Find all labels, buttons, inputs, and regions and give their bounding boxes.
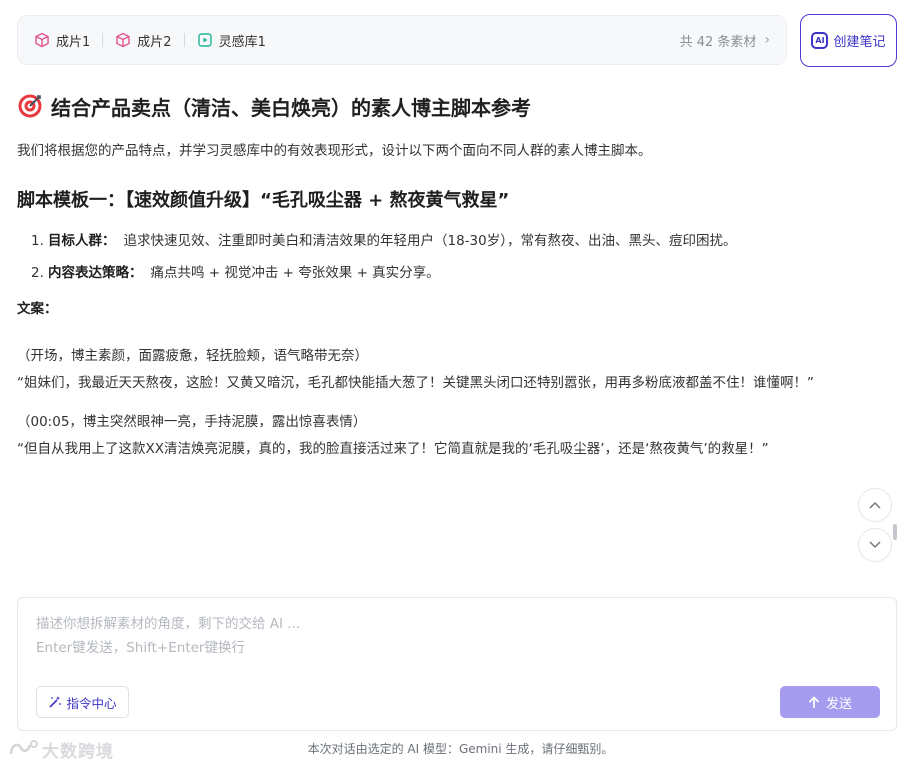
ai-note-icon: AI: [811, 32, 829, 49]
intro-text: 我们将根据您的产品特点，并学习灵感库中的有效表现形式，设计以下两个面向不同人群的…: [17, 143, 652, 159]
cube-icon: [34, 32, 50, 48]
dialogue-line: “但自从我用上了这款XX清洁焕亮泥膜，真的，我的脸直接活过来了！它简直就是我的‘…: [17, 441, 769, 457]
source-chip-label: 成片2: [137, 34, 172, 50]
composer: 指令中心 发送: [17, 597, 897, 731]
response-content: 结合产品卖点（清洁、美白焕亮）的素人博主脚本参考 我们将根据您的产品特点，并学习…: [17, 88, 837, 463]
prompt-input[interactable]: [36, 612, 866, 662]
source-chip-2[interactable]: 成片2: [115, 31, 172, 50]
section-heading: 脚本模板一：【速效颜值升级】“毛孔吸尘器 + 熬夜黄气救星”: [17, 190, 510, 211]
cube-icon: [115, 32, 131, 48]
play-card-icon: [197, 32, 213, 48]
list-item: 1. 目标人群： 追求快速见效、注重即时美白和清洁效果的年轻用户（18-30岁），…: [17, 228, 837, 255]
source-bar: 成片1 成片2 灵感库1 共 42 条素材 ›: [17, 15, 787, 65]
stage-direction: （00:05，博主突然眼神一亮，手持泥膜，露出惊喜表情）: [17, 414, 367, 430]
source-chip-label: 灵感库1: [218, 34, 266, 50]
title-text: 结合产品卖点（清洁、美白焕亮）的素人博主脚本参考: [51, 95, 531, 120]
dialogue-line: “姐妹们，我最近天天熬夜，这脸！又黄又暗沉，毛孔都快能插大葱了！关键黑头闭口还特…: [17, 375, 814, 391]
target-icon: [17, 93, 43, 119]
script-paragraph-2: （00:05，博主突然眼神一亮，手持泥膜，露出惊喜表情） “但自从我用上了这款X…: [17, 409, 837, 463]
create-note-label: 创建笔记: [833, 35, 886, 50]
list-item-label: 内容表达策略：: [48, 265, 143, 281]
source-chip-3[interactable]: 灵感库1: [197, 31, 266, 50]
command-center-label: 指令中心: [66, 695, 117, 711]
ai-disclaimer: 本次对话由选定的 AI 模型：Gemini 生成，请仔细甄别。: [307, 742, 614, 756]
list-number: 1.: [31, 233, 44, 249]
scrollbar-thumb[interactable]: [893, 524, 897, 540]
source-chip-1[interactable]: 成片1: [34, 31, 90, 50]
source-count-link[interactable]: 共 42 条素材 ›: [680, 31, 770, 50]
copy-label: 文案：: [17, 301, 58, 317]
script-paragraph-1: （开场，博主素颜，面露疲惫，轻抚脸颊，语气略带无奈） “姐妹们，我最近天天熬夜，…: [17, 343, 837, 397]
source-count-text: 共 42 条素材: [679, 34, 757, 50]
strategy-list: 1. 目标人群： 追求快速见效、注重即时美白和清洁效果的年轻用户（18-30岁），…: [17, 228, 837, 287]
list-item-label: 目标人群：: [48, 233, 116, 249]
chevron-up-icon: [869, 497, 881, 513]
magic-wand-icon: [48, 695, 62, 709]
list-number: 2.: [31, 265, 44, 281]
send-button[interactable]: 发送: [780, 686, 880, 718]
stage-direction: （开场，博主素颜，面露疲惫，轻抚脸颊，语气略带无奈）: [17, 348, 368, 364]
response-title: 结合产品卖点（清洁、美白焕亮）的素人博主脚本参考: [17, 88, 837, 124]
chevron-right-icon: ›: [764, 32, 770, 48]
list-item-text: 痛点共鸣 + 视觉冲击 + 夸张效果 + 真实分享。: [150, 265, 440, 281]
source-chip-label: 成片1: [56, 34, 91, 50]
create-note-button[interactable]: AI 创建笔记: [800, 14, 897, 67]
chip-divider: [102, 33, 104, 47]
chevron-down-icon: [869, 537, 881, 553]
scroll-down-button[interactable]: [858, 528, 892, 562]
arrow-up-icon: [808, 695, 820, 709]
scroll-up-button[interactable]: [858, 488, 892, 522]
list-item: 2. 内容表达策略： 痛点共鸣 + 视觉冲击 + 夸张效果 + 真实分享。: [17, 260, 837, 287]
chip-divider: [183, 33, 185, 47]
command-center-button[interactable]: 指令中心: [36, 686, 129, 718]
list-item-text: 追求快速见效、注重即时美白和清洁效果的年轻用户（18-30岁），常有熬夜、出油、…: [123, 233, 737, 249]
send-label: 发送: [825, 696, 852, 712]
